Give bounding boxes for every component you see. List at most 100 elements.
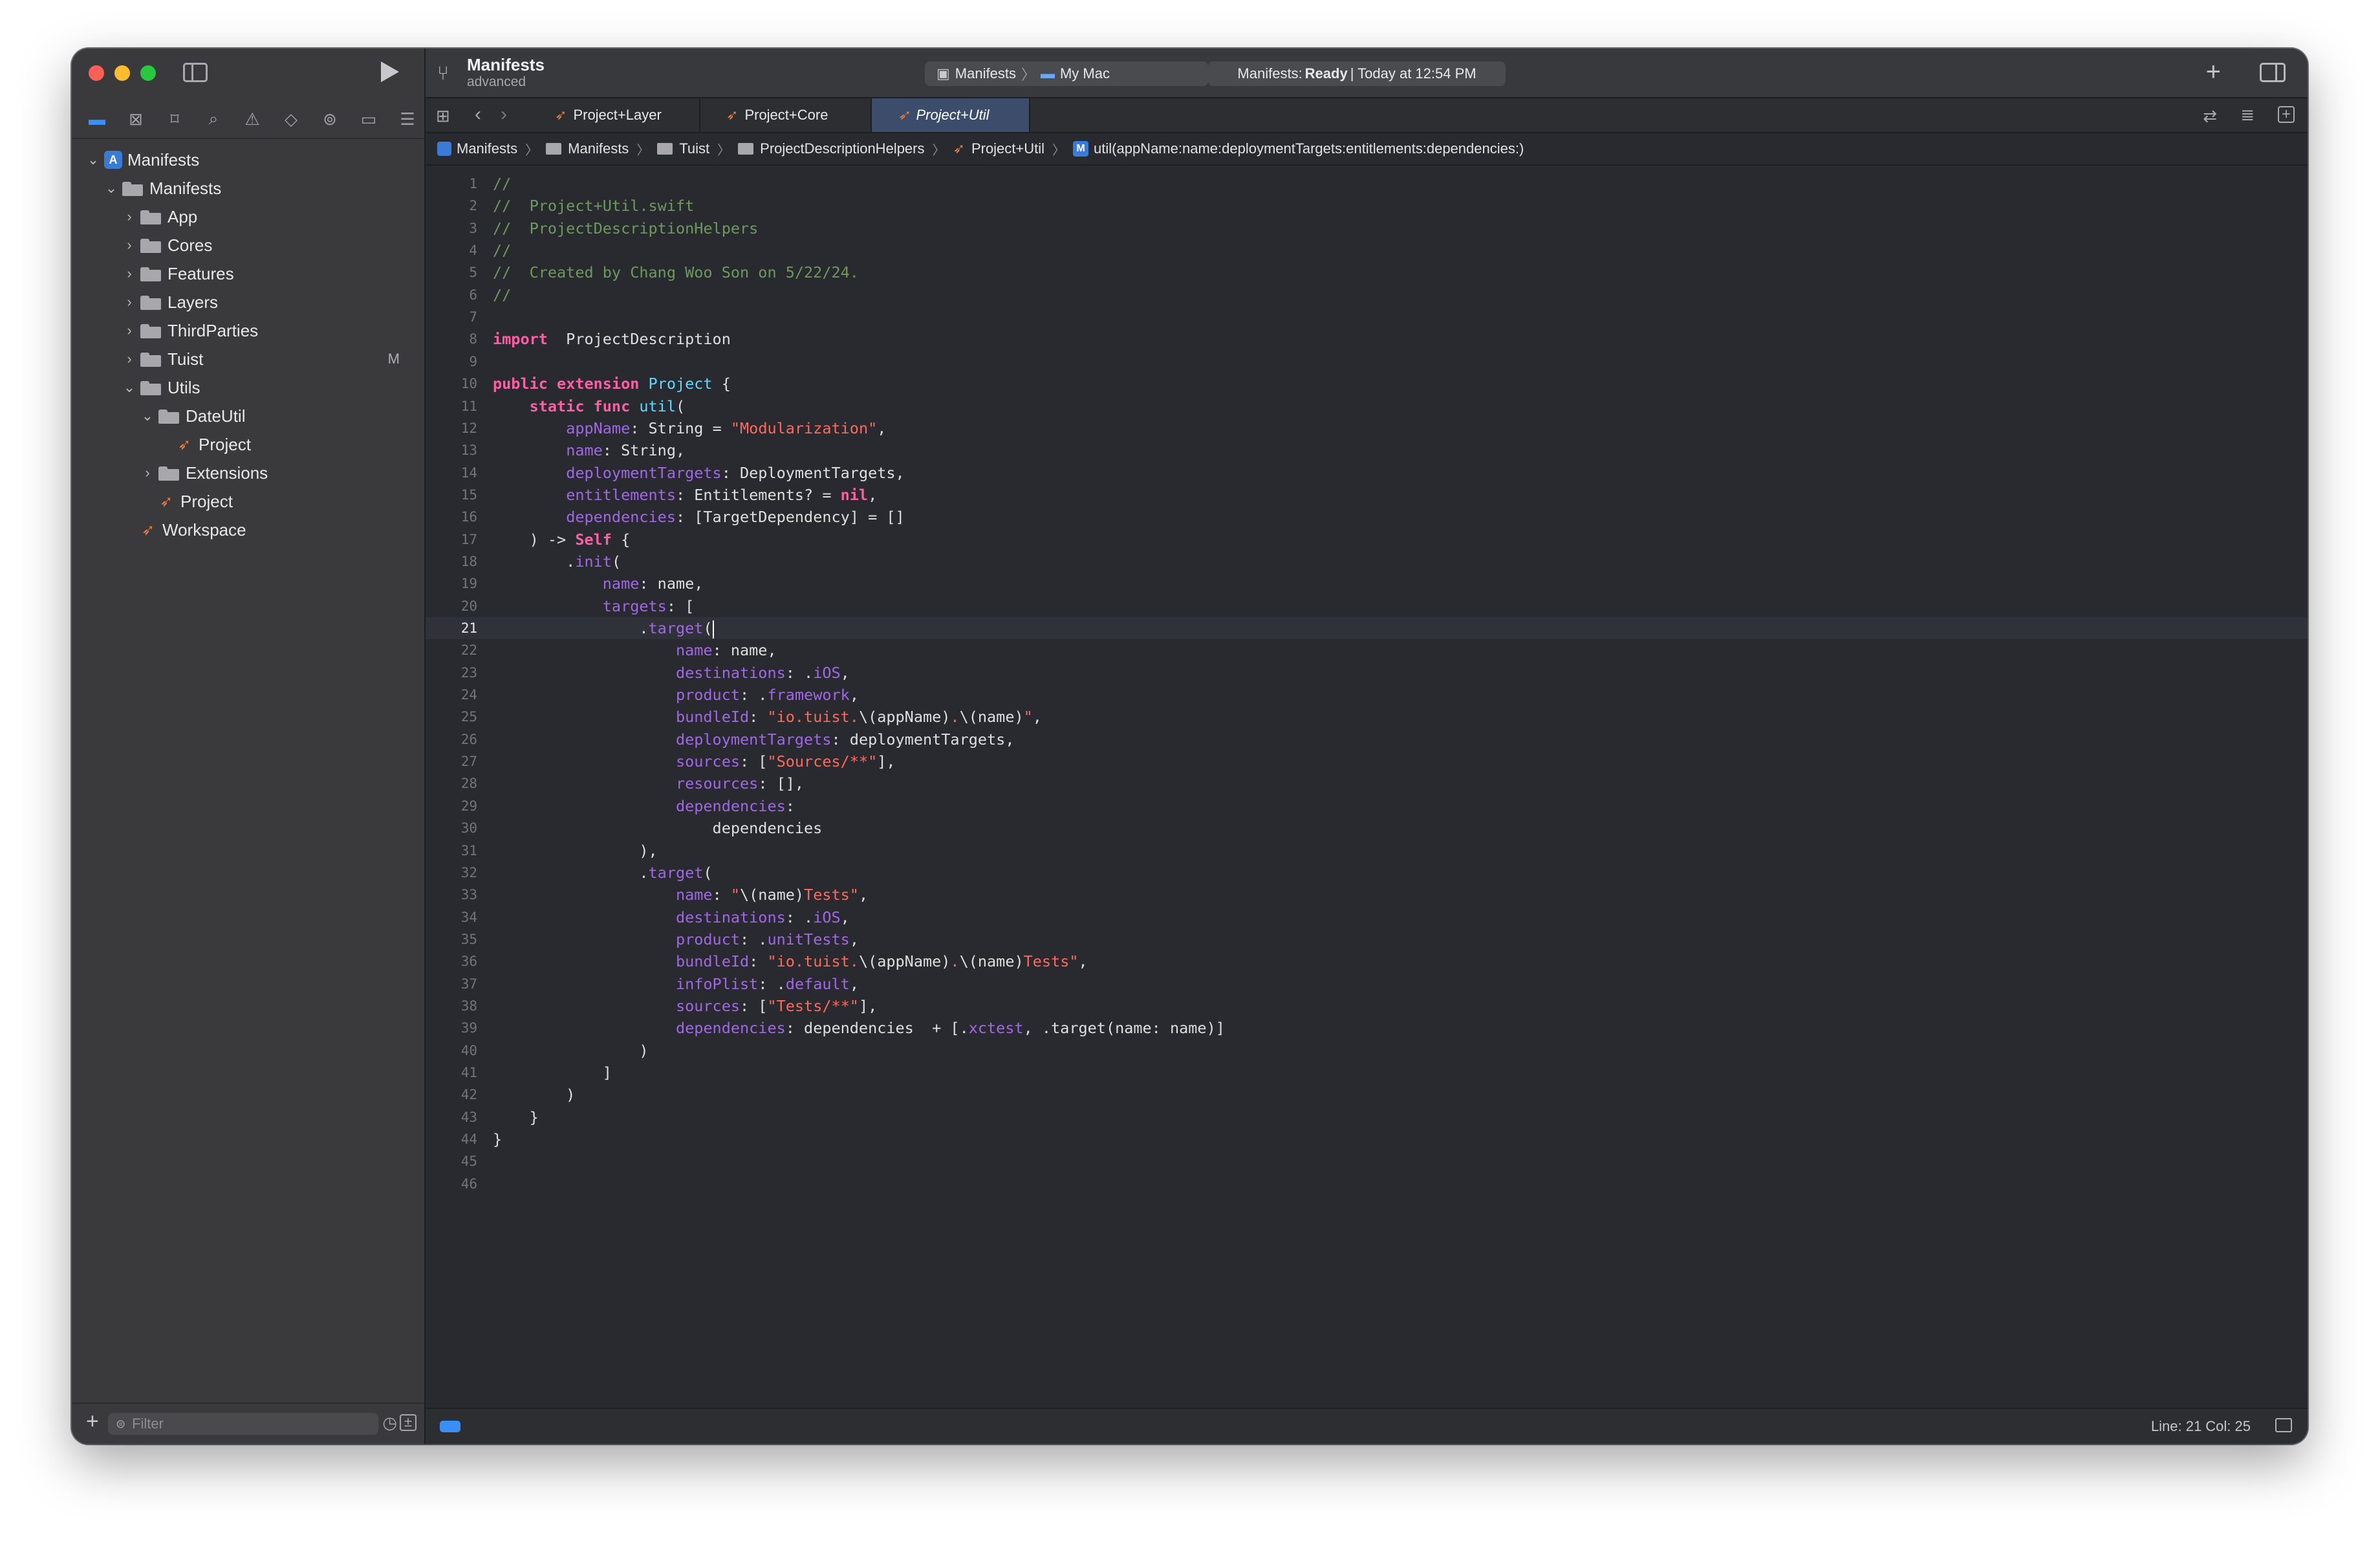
debug-navigator-icon[interactable]: ⊚ (316, 108, 343, 130)
test-navigator-icon[interactable]: ◇ (277, 108, 305, 130)
chevron-right-icon[interactable]: › (140, 464, 155, 481)
source-control-filter-icon[interactable]: ± (400, 1414, 416, 1431)
code-line[interactable]: 13 name: String, (426, 439, 2308, 461)
chevron-right-icon[interactable]: › (122, 294, 136, 311)
code-line[interactable]: 9 (426, 351, 2308, 373)
tree-item-tuist[interactable]: › Tuist M (72, 345, 424, 373)
chevron-down-icon[interactable]: ⌄ (140, 408, 155, 424)
chevron-right-icon[interactable]: › (122, 351, 136, 367)
zoom-button[interactable] (140, 65, 156, 81)
refresh-icon[interactable]: ⇄ (2203, 106, 2217, 126)
breakpoint-navigator-icon[interactable]: ▭ (355, 108, 382, 130)
issue-navigator-icon[interactable]: ⚠ (239, 108, 266, 130)
filter-field[interactable]: ⊜ Filter (108, 1413, 378, 1435)
minimize-button[interactable] (114, 65, 130, 81)
split-editor-icon[interactable]: + (2278, 106, 2295, 123)
code-line[interactable]: 41 ] (426, 1062, 2308, 1084)
find-navigator-icon[interactable]: ⌕ (200, 108, 227, 130)
code-editor[interactable]: 1 // 2 // Project+Util.swift 3 // ProjectDesc… (426, 173, 2308, 1208)
breadcrumb-item[interactable]: Mutil(appName:name:deploymentTargets:ent… (1073, 140, 1524, 157)
code-line[interactable]: 36 bundleId: "io.tuist.\(appName).\(name… (426, 950, 2308, 972)
code-line[interactable]: 19 name: name, (426, 573, 2308, 595)
code-line[interactable]: 37 infoPlist: .default, (426, 973, 2308, 995)
code-line[interactable]: 1 // (426, 173, 2308, 195)
tree-item-project[interactable]: ➶ Project (72, 487, 424, 516)
library-add-icon[interactable]: + (2206, 58, 2221, 87)
code-line[interactable]: 21 .target( (426, 617, 2308, 639)
code-line[interactable]: 26 deploymentTargets: deploymentTargets, (426, 728, 2308, 750)
editor-options-icon[interactable]: ≣ (2240, 105, 2255, 125)
tree-item-utils[interactable]: ⌄ Utils (72, 373, 424, 402)
code-line[interactable]: 14 deploymentTargets: DeploymentTargets, (426, 462, 2308, 484)
code-line[interactable]: 16 dependencies: [TargetDependency] = [] (426, 506, 2308, 528)
breadcrumb-item[interactable]: ➶ Project+Util (953, 140, 1045, 157)
inspector-toggle-icon[interactable] (2260, 63, 2286, 82)
code-line[interactable]: 33 name: "\(name)Tests", (426, 884, 2308, 906)
tree-item-layers[interactable]: › Layers (72, 288, 424, 316)
code-line[interactable]: 43 } (426, 1106, 2308, 1128)
code-line[interactable]: 8 import ProjectDescription (426, 328, 2308, 350)
run-button[interactable] (381, 61, 399, 82)
code-line[interactable]: 35 product: .unitTests, (426, 928, 2308, 950)
code-line[interactable]: 18 .init( (426, 551, 2308, 573)
debug-area-toggle-icon[interactable] (2275, 1418, 2292, 1432)
code-line[interactable]: 22 name: name, (426, 639, 2308, 661)
code-line[interactable]: 39 dependencies: dependencies + [.xctest… (426, 1017, 2308, 1039)
code-line[interactable]: 15 entitlements: Entitlements? = nil, (426, 484, 2308, 506)
tree-item-features[interactable]: › Features (72, 259, 424, 288)
code-line[interactable]: 17 ) -> Self { (426, 529, 2308, 551)
report-navigator-icon[interactable]: ☰ (394, 108, 421, 130)
add-icon[interactable]: + (86, 1409, 99, 1434)
code-line[interactable]: 24 product: .framework, (426, 684, 2308, 706)
code-line[interactable]: 20 targets: [ (426, 595, 2308, 617)
code-line[interactable]: 38 sources: ["Tests/**"], (426, 995, 2308, 1017)
code-line[interactable]: 46 (426, 1173, 2308, 1195)
sidebar-toggle-icon[interactable] (183, 63, 208, 82)
tree-item-project[interactable]: ➶ Project (72, 430, 424, 459)
tree-item-cores[interactable]: › Cores (72, 231, 424, 259)
back-chevron-icon[interactable]: ‹ (475, 104, 481, 126)
chevron-right-icon[interactable]: › (122, 265, 136, 282)
branch-icon[interactable]: ⑂ (437, 63, 449, 85)
bookmark-navigator-icon[interactable]: ⌑ (161, 108, 188, 130)
code-line[interactable]: 5 // Created by Chang Woo Son on 5/22/24. (426, 261, 2308, 283)
code-line[interactable]: 32 .target( (426, 862, 2308, 884)
tree-item-app[interactable]: › App (72, 202, 424, 231)
tab-project-util[interactable]: ➶ Project+Util (872, 98, 1030, 132)
code-line[interactable]: 40 ) (426, 1040, 2308, 1062)
tree-item-dateutil[interactable]: ⌄ DateUtil (72, 402, 424, 430)
code-line[interactable]: 2 // Project+Util.swift (426, 195, 2308, 217)
code-line[interactable]: 23 destinations: .iOS, (426, 662, 2308, 684)
breadcrumb-item[interactable]: ProjectDescriptionHelpers (738, 140, 925, 157)
code-line[interactable]: 29 dependencies: (426, 795, 2308, 817)
code-line[interactable]: 3 // ProjectDescriptionHelpers (426, 217, 2308, 239)
tree-item-thirdparties[interactable]: › ThirdParties (72, 316, 424, 345)
chevron-right-icon[interactable]: › (122, 208, 136, 225)
project-navigator-icon[interactable]: ▬ (83, 108, 111, 130)
chevron-right-icon[interactable]: › (122, 322, 136, 339)
tab-project-core[interactable]: ➶ Project+Core (700, 98, 872, 132)
code-line[interactable]: 30 dependencies (426, 817, 2308, 839)
code-line[interactable]: 44} (426, 1128, 2308, 1150)
tree-item-manifests[interactable]: ⌄ Manifests (72, 174, 424, 202)
code-line[interactable]: 7 (426, 306, 2308, 328)
chevron-down-icon[interactable]: ⌄ (122, 379, 136, 396)
debug-toggle-icon[interactable] (440, 1421, 460, 1432)
code-line[interactable]: 11 static func util( (426, 395, 2308, 417)
code-line[interactable]: 45 (426, 1150, 2308, 1172)
code-line[interactable]: 27 sources: ["Sources/**"], (426, 750, 2308, 772)
chevron-down-icon[interactable]: ⌄ (104, 180, 118, 197)
code-line[interactable]: 12 appName: String = "Modularization", (426, 417, 2308, 439)
scheme-selector[interactable]: ▣ Manifests 〉 ▬ My Mac (925, 61, 1208, 86)
code-line[interactable]: 4 // (426, 239, 2308, 261)
breadcrumb-item[interactable]: Manifests (437, 140, 517, 157)
breadcrumb-item[interactable]: Manifests (546, 140, 629, 157)
code-line[interactable]: 6 // (426, 284, 2308, 306)
code-line[interactable]: 31 ), (426, 840, 2308, 862)
source-control-navigator-icon[interactable]: ⊠ (122, 108, 149, 130)
chevron-down-icon[interactable]: ⌄ (86, 151, 100, 168)
tree-item-extensions[interactable]: › Extensions (72, 459, 424, 487)
code-line[interactable]: 28 resources: [], (426, 772, 2308, 794)
tree-item-workspace[interactable]: ➶ Workspace (72, 516, 424, 544)
related-items-icon[interactable]: ⊞ (436, 106, 450, 126)
